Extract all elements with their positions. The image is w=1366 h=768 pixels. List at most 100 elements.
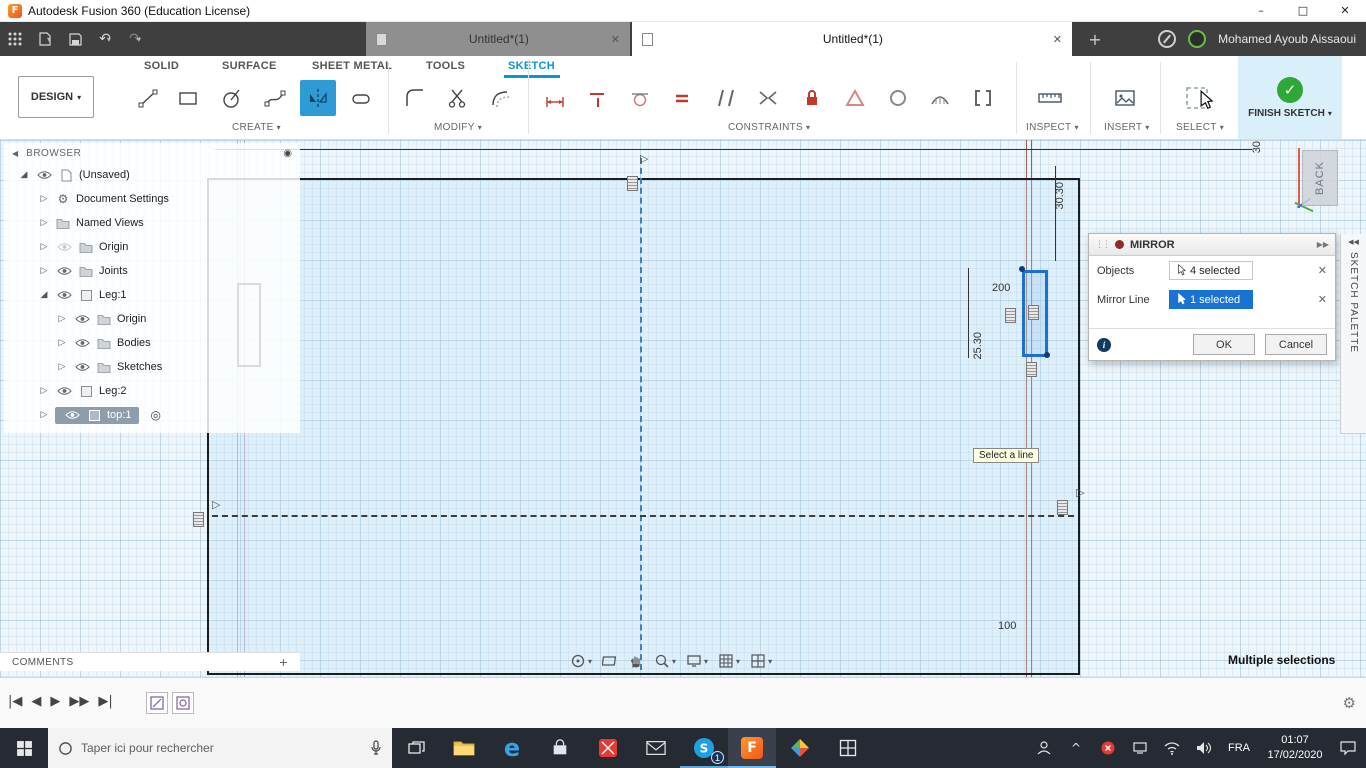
visibility-eye-icon[interactable] bbox=[55, 290, 73, 300]
symmetry-marker-icon[interactable]: ▷ bbox=[212, 498, 220, 511]
tab-sheet-metal[interactable]: SHEET METAL bbox=[312, 60, 392, 76]
visibility-eye-icon[interactable] bbox=[73, 314, 91, 324]
expand-open-icon[interactable]: ◢ bbox=[18, 170, 30, 180]
close-tab-icon[interactable]: ✕ bbox=[611, 33, 620, 46]
group-modify[interactable]: MODIFY ▾ bbox=[434, 122, 482, 133]
circle-tool-icon[interactable] bbox=[214, 80, 250, 116]
view-cube[interactable]: BACK bbox=[1292, 142, 1348, 214]
sketch-point[interactable] bbox=[1019, 266, 1025, 272]
network-icon[interactable] bbox=[1126, 741, 1154, 755]
skype-app-icon[interactable]: S 1 bbox=[680, 728, 728, 768]
pan-hand-icon[interactable] bbox=[628, 653, 644, 669]
view-cube-face[interactable]: BACK bbox=[1302, 150, 1338, 206]
dimension-25-30[interactable]: 25.30 bbox=[972, 332, 984, 360]
fillet-tool-icon[interactable] bbox=[397, 80, 433, 116]
trim-tool-icon[interactable] bbox=[440, 80, 476, 116]
workspace-switcher[interactable]: DESIGN ▾ bbox=[18, 76, 94, 118]
redo-button[interactable]: ↷ ▾ bbox=[120, 26, 150, 52]
visibility-eye-icon[interactable] bbox=[35, 170, 53, 180]
fusion-360-taskbar-icon[interactable]: F bbox=[728, 728, 776, 768]
microphone-icon[interactable] bbox=[370, 740, 382, 756]
constraint-glyph[interactable] bbox=[1026, 362, 1037, 377]
dimension-line[interactable] bbox=[215, 149, 1252, 150]
collapse-browser-icon[interactable]: ◀ bbox=[12, 149, 18, 158]
taskbar-search-input[interactable]: Taper ici pour rechercher bbox=[48, 728, 392, 768]
timeline-settings-gear-icon[interactable]: ⚙ bbox=[1343, 694, 1356, 712]
step-back-button[interactable]: ◀ bbox=[31, 694, 41, 709]
add-comment-icon[interactable]: + bbox=[279, 656, 288, 669]
timeline-sketch-feature[interactable] bbox=[146, 692, 168, 714]
language-indicator[interactable]: FRA bbox=[1222, 742, 1256, 754]
show-hidden-icons-chevron[interactable]: ^ bbox=[1062, 741, 1090, 755]
sketch-canvas[interactable]: 200 25.30 30.30 100 30 ▷ ▷ ▷ Select a li… bbox=[0, 140, 1366, 677]
dialog-header[interactable]: ⋮⋮ MIRROR ▶▶ bbox=[1089, 234, 1335, 256]
inspect-measure-icon[interactable] bbox=[1032, 80, 1068, 116]
info-icon[interactable]: i bbox=[1097, 337, 1111, 352]
midpoint-constraint-icon[interactable] bbox=[965, 80, 1001, 116]
clear-objects-icon[interactable]: ✕ bbox=[1318, 264, 1327, 277]
expand-closed-icon[interactable]: ▷ bbox=[38, 266, 50, 276]
clock[interactable]: 01:07 17/02/2020 bbox=[1260, 733, 1330, 763]
file-explorer-icon[interactable] bbox=[440, 728, 488, 768]
visibility-eye-off-icon[interactable] bbox=[55, 242, 73, 252]
constraint-glyph[interactable] bbox=[627, 176, 638, 191]
equal-constraint-icon[interactable] bbox=[664, 80, 700, 116]
expand-open-icon[interactable]: ◢ bbox=[38, 290, 50, 300]
visibility-eye-icon[interactable] bbox=[63, 410, 81, 420]
group-constraints[interactable]: CONSTRAINTS ▾ bbox=[728, 122, 810, 133]
sketch-dimension-icon[interactable] bbox=[537, 80, 573, 116]
fix-constraint-icon[interactable] bbox=[794, 80, 830, 116]
expand-closed-icon[interactable]: ▷ bbox=[56, 314, 68, 324]
cancel-button[interactable]: Cancel bbox=[1265, 334, 1327, 355]
panel-options-icon[interactable]: ◉ bbox=[283, 148, 292, 159]
group-insert[interactable]: INSERT ▾ bbox=[1104, 122, 1150, 133]
symmetry-marker-icon[interactable]: ▷ bbox=[640, 152, 648, 165]
minimize-button[interactable]: – bbox=[1240, 0, 1282, 22]
group-create[interactable]: CREATE ▾ bbox=[232, 122, 281, 133]
tangent-constraint-icon[interactable] bbox=[622, 80, 658, 116]
taskbar-app-red-icon[interactable] bbox=[584, 728, 632, 768]
mirror-tool-icon[interactable] bbox=[300, 80, 336, 116]
constraint-glyph[interactable] bbox=[1057, 500, 1068, 515]
expand-closed-icon[interactable]: ▷ bbox=[56, 338, 68, 348]
symmetry-constraint-icon[interactable] bbox=[750, 80, 786, 116]
app-grid-icon[interactable] bbox=[0, 26, 30, 52]
expand-closed-icon[interactable]: ▷ bbox=[56, 362, 68, 372]
display-settings-icon[interactable]: ▾ bbox=[686, 653, 708, 669]
insert-image-icon[interactable] bbox=[1107, 80, 1143, 116]
tab-solid[interactable]: SOLID bbox=[144, 60, 179, 76]
symmetry-marker-icon[interactable]: ▷ bbox=[1076, 486, 1084, 499]
viewports-icon[interactable]: ▾ bbox=[750, 653, 772, 669]
group-inspect[interactable]: INSPECT ▾ bbox=[1026, 122, 1079, 133]
document-tab-active[interactable]: Untitled*(1) ✕ bbox=[632, 22, 1072, 56]
visibility-eye-icon[interactable] bbox=[55, 386, 73, 396]
expand-closed-icon[interactable]: ▷ bbox=[38, 194, 50, 204]
edge-browser-icon[interactable]: e bbox=[488, 728, 536, 768]
dimension-line[interactable] bbox=[968, 268, 969, 358]
user-name[interactable]: Mohamed Ayoub Aissaoui bbox=[1218, 32, 1356, 46]
people-icon[interactable] bbox=[1030, 740, 1058, 756]
group-select[interactable]: SELECT ▾ bbox=[1176, 122, 1224, 133]
visibility-eye-icon[interactable] bbox=[73, 362, 91, 372]
document-tab-inactive[interactable]: Untitled*(1) ✕ bbox=[366, 22, 630, 56]
objects-selection-chip[interactable]: 4 selected bbox=[1169, 261, 1253, 280]
go-to-end-button[interactable]: ▶| bbox=[98, 694, 112, 709]
sketch-vertical-centerline[interactable] bbox=[640, 158, 642, 670]
visibility-eye-icon[interactable] bbox=[55, 266, 73, 276]
rectangle-tool-icon[interactable] bbox=[170, 80, 206, 116]
sketch-palette-tab[interactable]: ◀◀ SKETCH PALETTE bbox=[1340, 234, 1366, 434]
browser-item-leg1-origin[interactable]: ▷ Origin bbox=[4, 307, 300, 331]
curvature-constraint-icon[interactable] bbox=[922, 80, 958, 116]
close-button[interactable]: ✕ bbox=[1324, 0, 1366, 22]
microsoft-store-icon[interactable] bbox=[536, 728, 584, 768]
dimension-100[interactable]: 100 bbox=[998, 620, 1016, 632]
save-icon[interactable] bbox=[60, 26, 90, 52]
finish-sketch-button[interactable]: ✓ FINISH SKETCH ▾ bbox=[1238, 56, 1342, 139]
look-at-icon[interactable] bbox=[602, 653, 618, 669]
browser-item-document-settings[interactable]: ▷ ⚙ Document Settings bbox=[4, 187, 300, 211]
close-tab-icon[interactable]: ✕ bbox=[1053, 33, 1062, 46]
spline-tool-icon[interactable] bbox=[257, 80, 293, 116]
orbit-icon[interactable]: ▾ bbox=[570, 653, 592, 669]
start-button[interactable] bbox=[0, 728, 48, 768]
offset-tool-icon[interactable] bbox=[482, 80, 518, 116]
